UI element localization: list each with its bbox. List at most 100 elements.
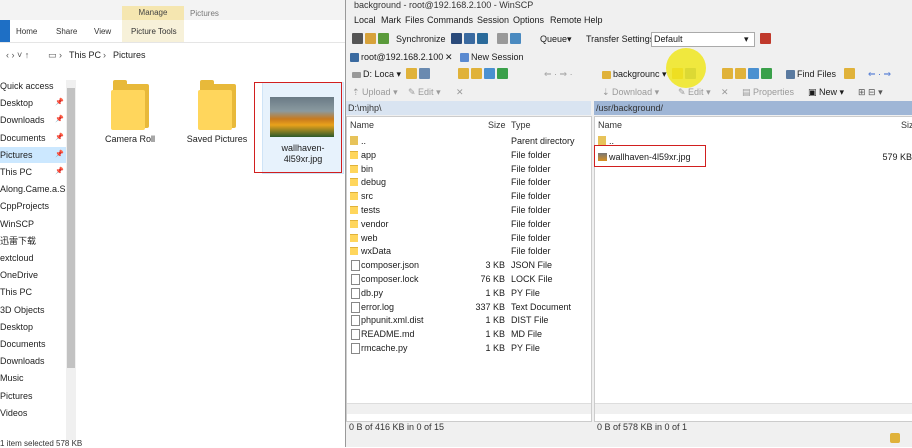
synchronize-button[interactable]: Synchronize (396, 34, 446, 44)
menu-session[interactable]: Session (477, 15, 509, 25)
column-type[interactable]: Type (511, 120, 531, 130)
queue-button[interactable]: Queue (540, 34, 567, 44)
file-row[interactable]: composer.lock 76 KB LOCK File (347, 272, 591, 286)
sidebar-item[interactable]: Downloads (0, 353, 66, 369)
pin-icon[interactable]: 📌 (55, 130, 64, 146)
toolbar-icons[interactable] (844, 68, 857, 80)
edit-button[interactable]: ✎ Edit ▾ (678, 87, 711, 98)
sidebar-item[interactable]: Documents 📌 (0, 130, 66, 146)
download-button[interactable]: ⇣ Download ▾ (602, 87, 659, 98)
nav-arrows[interactable]: ⇐ · ⇒ (868, 69, 891, 80)
local-path-bar[interactable]: D:\mjhp\ (346, 101, 591, 115)
sidebar-item[interactable]: Desktop 📌 (0, 95, 66, 111)
horizontal-scrollbar[interactable] (595, 403, 912, 414)
sidebar-item[interactable]: Quick access (0, 78, 66, 94)
pin-icon[interactable]: 📌 (55, 147, 64, 163)
horizontal-scrollbar[interactable] (347, 403, 591, 414)
breadcrumb-pictures[interactable]: Pictures (113, 50, 146, 60)
new-button[interactable]: ▣ New ▾ (808, 87, 844, 98)
toolbar-icons[interactable] (406, 68, 432, 80)
chevron-down-icon[interactable]: ▾ (567, 34, 572, 45)
sidebar-item[interactable]: Music (0, 370, 66, 386)
session-tab[interactable]: root@192.168.2.100 (350, 52, 443, 63)
sidebar-scroll-thumb[interactable] (67, 88, 75, 368)
breadcrumb-this-pc[interactable]: This PC (69, 50, 101, 60)
sidebar-item[interactable]: 迅雷下载 (0, 233, 66, 249)
toolbar-icons[interactable] (760, 33, 773, 45)
sidebar-item[interactable]: 3D Objects (0, 302, 66, 318)
pin-icon[interactable]: 📌 (55, 95, 64, 111)
file-icon (351, 287, 360, 299)
column-name[interactable]: Name (598, 120, 622, 130)
new-session-tab[interactable]: New Session (460, 52, 524, 63)
sidebar-item[interactable]: OneDrive (0, 267, 66, 283)
menu-local[interactable]: Local (354, 15, 376, 25)
nav-arrows[interactable]: ⇐ · ⇒ · (544, 69, 573, 80)
pin-icon[interactable]: 📌 (55, 112, 64, 128)
remote-path-bar[interactable]: /usr/background/ (594, 101, 912, 115)
sidebar-item[interactable]: Videos (0, 405, 66, 421)
file-row[interactable]: vendor File folder (347, 217, 591, 231)
file-row[interactable]: wxData File folder (347, 244, 591, 258)
menu-commands[interactable]: Commands (427, 15, 473, 25)
toolbar-icons[interactable] (352, 33, 391, 45)
file-row[interactable]: src File folder (347, 189, 591, 203)
sidebar-item[interactable]: Along.Came.a.Sp (0, 181, 66, 197)
file-row[interactable]: composer.json 3 KB JSON File (347, 258, 591, 272)
menu-mark[interactable]: Mark (381, 15, 401, 25)
manage-tab[interactable]: Manage (122, 6, 184, 20)
file-row[interactable]: README.md 1 KB MD File (347, 327, 591, 341)
file-row[interactable]: web File folder (347, 231, 591, 245)
toolbar-icons[interactable] (451, 33, 490, 45)
sidebar-item[interactable]: Pictures 📌 (0, 146, 66, 163)
tab-picture-tools[interactable]: Picture Tools (131, 27, 177, 36)
file-row[interactable]: bin File folder (347, 162, 591, 176)
tab-share[interactable]: Share (56, 27, 77, 36)
toolbar-icons[interactable] (722, 68, 774, 80)
delete-icon[interactable]: ✕ (456, 87, 464, 98)
column-name[interactable]: Name (350, 120, 374, 130)
file-row[interactable]: db.py 1 KB PY File (347, 286, 591, 300)
file-row[interactable]: phpunit.xml.dist 1 KB DIST File (347, 313, 591, 327)
file-row[interactable]: error.log 337 KB Text Document (347, 300, 591, 314)
delete-icon[interactable]: ✕ (721, 87, 729, 98)
toolbar-icons[interactable]: ⊞ ⊟ ▾ (858, 87, 883, 98)
upload-button[interactable]: ⇡ Upload ▾ (352, 87, 398, 98)
sidebar-item[interactable]: Desktop (0, 319, 66, 335)
toolbar-icons[interactable] (497, 33, 523, 45)
column-size[interactable]: Size (901, 120, 912, 130)
tab-home[interactable]: Home (16, 27, 37, 36)
file-row[interactable]: rmcache.py 1 KB PY File (347, 341, 591, 355)
menu-options[interactable]: Options (513, 15, 544, 25)
find-files-button[interactable]: Find Files (786, 69, 836, 80)
tab-view[interactable]: View (94, 27, 111, 36)
sidebar-item[interactable]: CppProjects (0, 198, 66, 214)
remote-dir-select[interactable]: backgrounc ▾ (602, 69, 667, 80)
transfer-profile-select[interactable]: Default (651, 32, 755, 47)
file-row[interactable]: debug File folder (347, 175, 591, 189)
close-icon[interactable]: ✕ (445, 52, 453, 63)
menu-help[interactable]: Help (584, 15, 603, 25)
toolbar-icons[interactable] (458, 68, 510, 80)
properties-button[interactable]: ▤ Properties (742, 87, 794, 98)
file-tab[interactable] (0, 20, 10, 42)
file-row[interactable]: tests File folder (347, 203, 591, 217)
sidebar-item[interactable]: Documents (0, 336, 66, 352)
nav-buttons[interactable]: ‹ › ˅ ↑ (6, 50, 29, 60)
sidebar-item[interactable]: extcloud (0, 250, 66, 266)
folder-camera-roll[interactable]: Camera Roll (94, 78, 166, 168)
local-drive-select[interactable]: D: Loca ▾ (352, 69, 401, 80)
sidebar-item[interactable]: This PC (0, 284, 66, 300)
column-size[interactable]: Size (488, 120, 506, 130)
folder-saved-pictures[interactable]: Saved Pictures (181, 78, 253, 168)
file-row[interactable]: .. Parent directory (347, 134, 591, 148)
sidebar-item[interactable]: WinSCP (0, 216, 66, 232)
sidebar-item[interactable]: This PC 📌 (0, 164, 66, 180)
edit-button[interactable]: ✎ Edit ▾ (408, 87, 441, 98)
sidebar-item[interactable]: Pictures (0, 388, 66, 404)
file-row[interactable]: app File folder (347, 148, 591, 162)
pin-icon[interactable]: 📌 (55, 164, 64, 180)
sidebar-item[interactable]: Downloads 📌 (0, 112, 66, 128)
menu-files[interactable]: Files (405, 15, 424, 25)
menu-remote[interactable]: Remote (550, 15, 582, 25)
